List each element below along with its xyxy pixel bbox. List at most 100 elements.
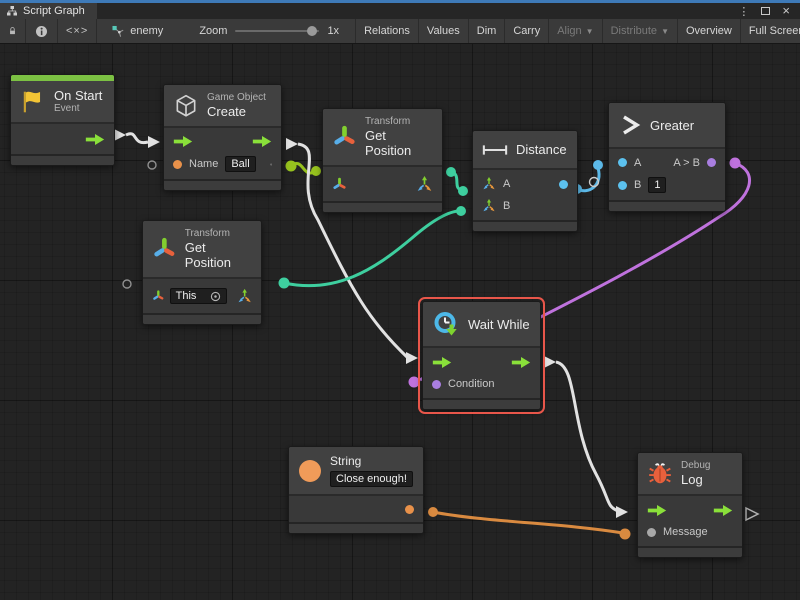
overview-button[interactable]: Overview bbox=[678, 19, 741, 43]
vector-input-port-b[interactable] bbox=[482, 199, 496, 213]
flow-input-port[interactable] bbox=[173, 136, 193, 147]
target-value: This bbox=[176, 290, 197, 302]
window-menu-icon[interactable]: ⋮ bbox=[738, 5, 749, 18]
node-on-start[interactable]: On Start Event bbox=[10, 74, 115, 166]
node-body: A B bbox=[473, 170, 577, 220]
port-row-a: A bbox=[473, 173, 577, 195]
relations-button[interactable]: Relations bbox=[355, 19, 419, 43]
relations-label: Relations bbox=[364, 25, 410, 37]
node-titles: Wait While bbox=[468, 317, 530, 332]
flow-input-port[interactable] bbox=[647, 505, 667, 516]
flow-output-port[interactable] bbox=[85, 134, 105, 145]
trigger-row bbox=[11, 127, 114, 151]
carry-label: Carry bbox=[513, 25, 540, 37]
name-value-field[interactable]: Ball bbox=[225, 156, 255, 172]
node-create-game-object[interactable]: Game Object Create Name bbox=[163, 84, 282, 191]
node-wait-while[interactable]: Wait While Condition bbox=[422, 301, 541, 410]
code-view-button[interactable]: <×> bbox=[58, 19, 97, 43]
wire-end-arrow bbox=[616, 506, 628, 518]
number-output-port[interactable] bbox=[559, 180, 568, 189]
align-label: Align bbox=[557, 25, 581, 37]
vector-output-port[interactable] bbox=[416, 176, 433, 193]
empty-socket-getposition-target[interactable] bbox=[123, 280, 131, 288]
node-titles: Transform Get Position bbox=[185, 228, 252, 270]
distribute-caret-icon: ▼ bbox=[661, 27, 669, 36]
full-screen-button[interactable]: Full Screen bbox=[741, 19, 800, 43]
zoom-slider-handle[interactable] bbox=[307, 26, 317, 36]
boolean-output-port[interactable] bbox=[707, 158, 716, 167]
empty-flow-socket-log-out[interactable] bbox=[746, 508, 758, 520]
node-header: Distance bbox=[473, 131, 577, 170]
object-picker-icon[interactable] bbox=[210, 291, 221, 302]
align-button[interactable]: Align ▼ bbox=[549, 19, 602, 43]
number-input-port-b[interactable] bbox=[618, 181, 627, 190]
dim-label: Dim bbox=[477, 25, 497, 37]
distribute-button[interactable]: Distribute ▼ bbox=[603, 19, 678, 43]
boolean-input-port[interactable] bbox=[432, 380, 441, 389]
wire-endpoint bbox=[620, 529, 631, 540]
flow-output-port[interactable] bbox=[252, 136, 272, 147]
tab-bar: Script Graph ⋮ × bbox=[0, 3, 800, 19]
wire-getposthis-distance-b[interactable] bbox=[284, 211, 460, 286]
node-string[interactable]: String Close enough! bbox=[288, 446, 424, 534]
vector-output-port[interactable] bbox=[237, 288, 252, 305]
number-input-port-a[interactable] bbox=[618, 158, 627, 167]
maximize-icon[interactable] bbox=[761, 7, 770, 15]
target-value-field[interactable]: This bbox=[170, 288, 227, 304]
overview-label: Overview bbox=[686, 25, 732, 37]
node-body bbox=[323, 167, 442, 201]
graph-breadcrumb[interactable]: enemy bbox=[97, 19, 171, 43]
lock-icon bbox=[9, 25, 16, 37]
lock-button[interactable] bbox=[0, 19, 26, 43]
zoom-value: 1x bbox=[327, 25, 339, 37]
node-titles: Greater bbox=[650, 118, 694, 133]
graph-canvas[interactable]: On Start Event bbox=[0, 44, 800, 600]
port-a-label: A bbox=[634, 157, 641, 169]
wire-onstart-create[interactable] bbox=[126, 134, 148, 143]
node-get-position-this[interactable]: Transform Get Position This bbox=[142, 220, 262, 325]
node-title: Create bbox=[207, 104, 266, 119]
port-row-b: B 1 bbox=[609, 173, 725, 197]
node-debug-log[interactable]: Debug Log Message bbox=[637, 452, 743, 558]
node-footer bbox=[423, 398, 540, 409]
tab-title: Script Graph bbox=[23, 5, 85, 17]
condition-label: Condition bbox=[448, 378, 494, 390]
trigger-row bbox=[423, 351, 540, 373]
message-input-port[interactable] bbox=[647, 528, 656, 537]
vector-input-port-a[interactable] bbox=[482, 177, 496, 191]
flow-output-port[interactable] bbox=[713, 505, 733, 516]
graph-icon bbox=[111, 25, 125, 38]
node-footer bbox=[609, 200, 725, 211]
inspect-button[interactable] bbox=[26, 19, 58, 43]
flow-input-port[interactable] bbox=[432, 357, 452, 368]
values-button[interactable]: Values bbox=[419, 19, 469, 43]
node-greater[interactable]: Greater A A > B B 1 bbox=[608, 102, 726, 212]
string-input-port[interactable] bbox=[173, 160, 182, 169]
game-object-cube-icon bbox=[173, 93, 199, 119]
tab-script-graph[interactable]: Script Graph bbox=[0, 3, 97, 19]
carry-button[interactable]: Carry bbox=[505, 19, 549, 43]
port-b-label: B bbox=[634, 179, 641, 191]
node-get-position-ball[interactable]: Transform Get Position bbox=[322, 108, 443, 213]
port-row-a: A A > B bbox=[609, 152, 725, 173]
string-value-field[interactable]: Close enough! bbox=[330, 471, 413, 487]
debug-bug-icon bbox=[647, 461, 673, 487]
wire-string-log[interactable] bbox=[433, 512, 623, 533]
zoom-slider[interactable] bbox=[235, 30, 319, 32]
node-distance[interactable]: Distance A bbox=[472, 130, 578, 232]
wire-waitwhile-log[interactable] bbox=[556, 362, 618, 511]
wire-endpoint bbox=[311, 166, 321, 176]
node-header: String Close enough! bbox=[289, 447, 423, 496]
wire-end-arrow bbox=[148, 136, 160, 148]
empty-socket-create-name[interactable] bbox=[148, 161, 156, 169]
b-value-field[interactable]: 1 bbox=[648, 177, 666, 193]
game-object-output-port[interactable] bbox=[270, 157, 272, 172]
transform-input-port[interactable] bbox=[332, 177, 347, 192]
trigger-row bbox=[164, 131, 281, 152]
close-icon[interactable]: × bbox=[782, 6, 790, 16]
dim-button[interactable]: Dim bbox=[469, 19, 506, 43]
string-output-port[interactable] bbox=[405, 505, 414, 514]
transform-input-port[interactable] bbox=[152, 289, 165, 303]
node-subtitle: Transform bbox=[185, 228, 252, 240]
flow-output-port[interactable] bbox=[511, 357, 531, 368]
